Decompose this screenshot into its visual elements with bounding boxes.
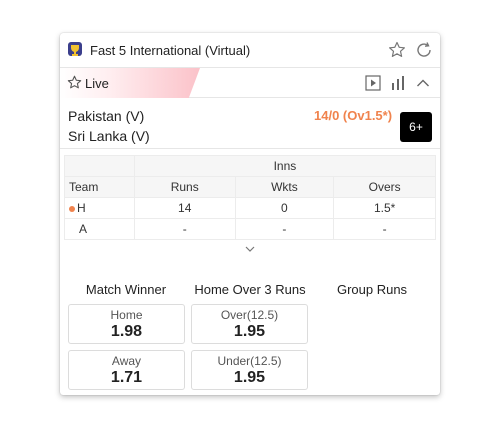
wkts-cell: -	[234, 218, 335, 240]
refresh-icon[interactable]	[415, 41, 433, 59]
team-label: H	[77, 201, 86, 215]
market-title-home-over: Home Over 3 Runs	[194, 282, 306, 297]
selection-odds: 1.95	[233, 369, 266, 386]
runs-cell: -	[133, 218, 236, 240]
col-wkts: Wkts	[234, 176, 335, 198]
competition-header: Fast 5 International (Virtual)	[60, 33, 440, 68]
selection-odds: 1.98	[110, 323, 143, 340]
favorite-star-icon[interactable]	[388, 41, 406, 59]
table-row: A - - -	[64, 218, 436, 240]
expand-chevron-icon[interactable]	[245, 245, 255, 253]
selection-label: Home	[110, 308, 143, 322]
odds-button-under[interactable]: Under(12.5) 1.95	[191, 350, 308, 390]
runs-cell: 14	[133, 197, 236, 219]
match-teams: Pakistan (V) Sri Lanka (V) 14/0 (Ov1.5*)…	[60, 99, 440, 149]
scoreboard-column-row: Team Runs Wkts Overs	[64, 176, 436, 198]
col-team: Team	[64, 176, 135, 198]
selection-label: Away	[111, 354, 142, 368]
selection-label: Under(12.5)	[217, 354, 282, 368]
table-row: H 14 0 1.5*	[64, 197, 436, 219]
overs-cell: 1.5*	[333, 197, 436, 219]
team-cell: H	[64, 197, 135, 219]
scoreboard-group-row: Inns	[64, 155, 437, 177]
overs-cell: -	[333, 218, 436, 240]
chevron-up-icon[interactable]	[416, 77, 430, 89]
odds-button-away[interactable]: Away 1.71	[68, 350, 185, 390]
scoreboard-corner	[64, 155, 135, 177]
live-score: 14/0 (Ov1.5*)	[314, 108, 393, 123]
selection-label: Over(12.5)	[220, 308, 279, 322]
selection-odds: 1.95	[233, 323, 266, 340]
age-rating-badge: 6+	[400, 112, 432, 142]
col-runs: Runs	[133, 176, 236, 198]
bar-chart-icon[interactable]	[390, 75, 406, 91]
live-bar: Live	[60, 68, 440, 98]
innings-header: Inns	[133, 155, 437, 177]
odds-button-over[interactable]: Over(12.5) 1.95	[191, 304, 308, 344]
batting-indicator	[69, 205, 75, 212]
trophy-icon	[68, 42, 82, 56]
home-team-name: Pakistan (V)	[68, 108, 145, 124]
live-label: Live	[85, 76, 109, 91]
scoreboard-table: Inns Team Runs Wkts Overs H 14 0 1.5* A …	[64, 155, 437, 240]
odds-button-home[interactable]: Home 1.98	[68, 304, 185, 344]
live-star-icon[interactable]	[67, 75, 82, 90]
market-title-group-runs: Group Runs	[336, 282, 408, 297]
away-team-name: Sri Lanka (V)	[68, 128, 150, 144]
match-card: Fast 5 International (Virtual) Live Paki…	[60, 33, 440, 395]
team-cell: A	[64, 218, 135, 240]
selection-odds: 1.71	[110, 369, 143, 386]
competition-title: Fast 5 International (Virtual)	[90, 43, 251, 58]
market-title-match-winner: Match Winner	[85, 282, 167, 297]
wkts-cell: 0	[234, 197, 335, 219]
play-icon[interactable]	[365, 75, 381, 91]
col-overs: Overs	[333, 176, 436, 198]
